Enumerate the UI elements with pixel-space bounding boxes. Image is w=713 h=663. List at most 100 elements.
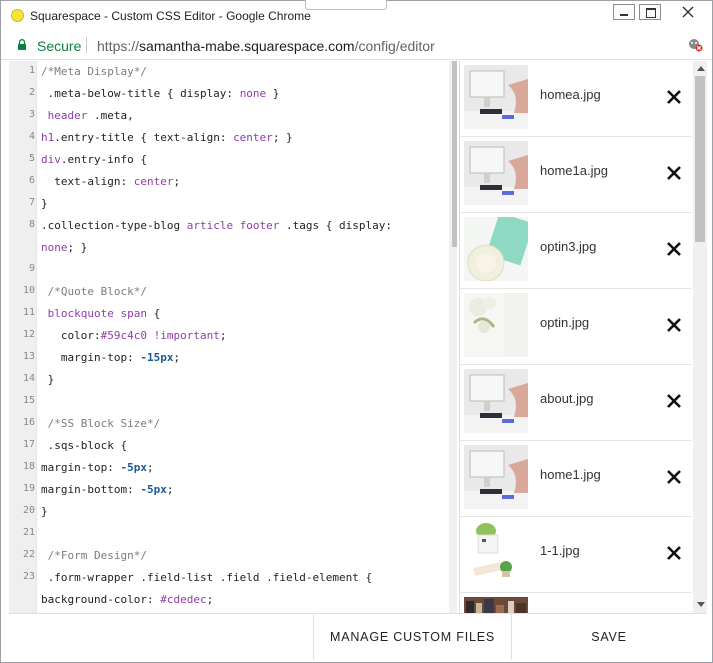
code-line[interactable]: 7}: [9, 197, 449, 219]
code-line[interactable]: 3 header .meta,: [9, 109, 449, 131]
line-number: 22: [22, 549, 35, 560]
url-scheme: https://: [97, 38, 140, 54]
code-line[interactable]: 12 color:#59c4c0 !important;: [9, 329, 449, 351]
chrome-app-icon: [11, 9, 24, 22]
code-line[interactable]: 9: [9, 263, 449, 285]
editor-scrollbar-thumb[interactable]: [452, 61, 457, 247]
file-name: home1.jpg: [540, 467, 601, 482]
file-list-item[interactable]: 1-1.jpg: [460, 517, 692, 593]
code-line[interactable]: background-color: #cdedec;: [9, 593, 449, 613]
code-token: ;: [219, 329, 227, 342]
code-line[interactable]: 15: [9, 395, 449, 417]
line-number: 9: [28, 263, 35, 274]
line-number: 6: [28, 175, 35, 186]
code-line[interactable]: 6 text-align: center;: [9, 175, 449, 197]
line-number: 1: [28, 65, 35, 76]
code-token: .entry-title { text-align:: [54, 131, 234, 144]
file-list-item[interactable]: optin.jpg: [460, 289, 692, 365]
line-number: 7: [28, 197, 35, 208]
file-list-item[interactable]: [460, 593, 692, 613]
line-number: 4: [28, 131, 35, 142]
code-line[interactable]: 4 h1.entry-title { text-align: center; }: [9, 131, 449, 153]
file-name: optin.jpg: [540, 315, 590, 330]
code-token: background-color:: [41, 593, 161, 606]
scroll-up-arrow-icon[interactable]: [697, 66, 705, 71]
code-line[interactable]: 22 /*Form Design*/: [9, 549, 449, 571]
file-thumbnail: [464, 445, 528, 509]
code-token: blockquote: [41, 307, 114, 320]
code-token: -5px: [140, 483, 167, 496]
code-token: none: [239, 87, 267, 100]
blocked-popup-icon[interactable]: [688, 38, 704, 52]
code-token: {: [146, 307, 161, 320]
file-list-item[interactable]: home1a.jpg: [460, 137, 692, 213]
code-text: .sqs-block {: [41, 439, 127, 452]
code-text: margin-bottom: -5px;: [41, 483, 173, 496]
file-name: homea.jpg: [540, 87, 601, 102]
file-list-item[interactable]: home1.jpg: [460, 441, 692, 517]
code-token: article: [186, 219, 234, 232]
code-line[interactable]: none; }: [9, 241, 449, 263]
maximize-button[interactable]: [639, 4, 661, 20]
code-line[interactable]: 20}: [9, 505, 449, 527]
code-token: margin-top:: [41, 461, 121, 474]
code-token: margin-bottom:: [41, 483, 141, 496]
code-token: ;: [173, 351, 181, 364]
remove-file-x-icon[interactable]: [666, 545, 682, 561]
code-text: blockquote span {: [41, 307, 161, 320]
code-text: header .meta,: [41, 109, 134, 122]
lock-icon: [18, 39, 26, 50]
code-token: .sqs-block {: [41, 439, 128, 452]
code-line[interactable]: 8 .collection-type-blog article footer .t…: [9, 219, 449, 241]
code-text: /*SS Block Size*/: [41, 417, 161, 430]
code-text: none; }: [41, 241, 87, 254]
code-token: -15px: [140, 351, 174, 364]
address-bar[interactable]: Secure https://samantha-mabe.squarespace…: [1, 30, 712, 60]
files-scrollbar-thumb[interactable]: [695, 76, 705, 242]
close-window-button[interactable]: [677, 4, 699, 20]
code-token: color:: [41, 329, 101, 342]
code-line[interactable]: 13 margin-top: -15px;: [9, 351, 449, 373]
code-line[interactable]: 2 .meta-below-title { display: none }: [9, 87, 449, 109]
remove-file-x-icon[interactable]: [666, 89, 682, 105]
remove-file-x-icon[interactable]: [666, 165, 682, 181]
code-line[interactable]: 10 /*Quote Block*/: [9, 285, 449, 307]
css-code-editor[interactable]: 1 /*Meta Display*/ 2 .meta-below-title { d…: [9, 61, 457, 613]
url-text[interactable]: https://samantha-mabe.squarespace.com/co…: [97, 38, 435, 54]
code-token: /*Quote Block*/: [41, 285, 147, 298]
scroll-down-arrow-icon[interactable]: [697, 602, 705, 607]
code-line[interactable]: 5 div.entry-info {: [9, 153, 449, 175]
code-token: -5px: [120, 461, 147, 474]
code-token: .meta,: [87, 109, 134, 122]
code-token: }: [41, 373, 55, 386]
code-line[interactable]: 16 /*SS Block Size*/: [9, 417, 449, 439]
code-line[interactable]: 23 .form-wrapper .field-list .field .fie…: [9, 571, 449, 593]
custom-files-list: homea.jpg home1a.jpg optin3.jpg optin.jpg ab…: [459, 61, 693, 613]
editor-footer: MANAGE CUSTOM FILES SAVE: [9, 613, 706, 660]
code-line[interactable]: 11 blockquote span {: [9, 307, 449, 329]
remove-file-x-icon[interactable]: [666, 469, 682, 485]
code-text: .meta-below-title { display: none }: [41, 87, 280, 100]
manage-custom-files-button[interactable]: MANAGE CUSTOM FILES: [313, 614, 511, 660]
address-separator: [86, 37, 87, 53]
code-line[interactable]: 21: [9, 527, 449, 549]
code-token: center: [233, 131, 273, 144]
file-list-item[interactable]: about.jpg: [460, 365, 692, 441]
remove-file-x-icon[interactable]: [666, 317, 682, 333]
file-list-item[interactable]: optin3.jpg: [460, 213, 692, 289]
line-number: 12: [22, 329, 35, 340]
minimize-button[interactable]: [613, 4, 635, 20]
code-line[interactable]: 1 /*Meta Display*/: [9, 65, 449, 87]
code-line[interactable]: 19 margin-bottom: -5px;: [9, 483, 449, 505]
file-thumbnail: [464, 293, 528, 357]
code-line[interactable]: 18 margin-top: -5px;: [9, 461, 449, 483]
code-text: /*Form Design*/: [41, 549, 147, 562]
code-token: margin-top:: [41, 351, 141, 364]
file-list-item[interactable]: homea.jpg: [460, 61, 692, 137]
code-line[interactable]: 17 .sqs-block {: [9, 439, 449, 461]
remove-file-x-icon[interactable]: [666, 393, 682, 409]
code-line[interactable]: 14 }: [9, 373, 449, 395]
save-button[interactable]: SAVE: [511, 614, 706, 660]
remove-file-x-icon[interactable]: [666, 241, 682, 257]
code-token: .form-wrapper .field-list .field .field-…: [41, 571, 373, 584]
